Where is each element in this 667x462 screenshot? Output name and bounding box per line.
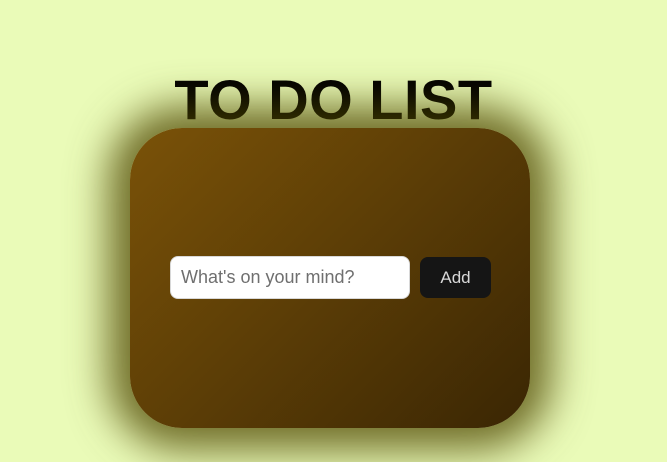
todo-input[interactable]: What's on your mind? xyxy=(170,256,410,299)
page-title: TO DO LIST xyxy=(174,67,493,131)
add-button[interactable]: Add xyxy=(420,257,491,298)
todo-card: What's on your mind? Add xyxy=(130,128,530,428)
